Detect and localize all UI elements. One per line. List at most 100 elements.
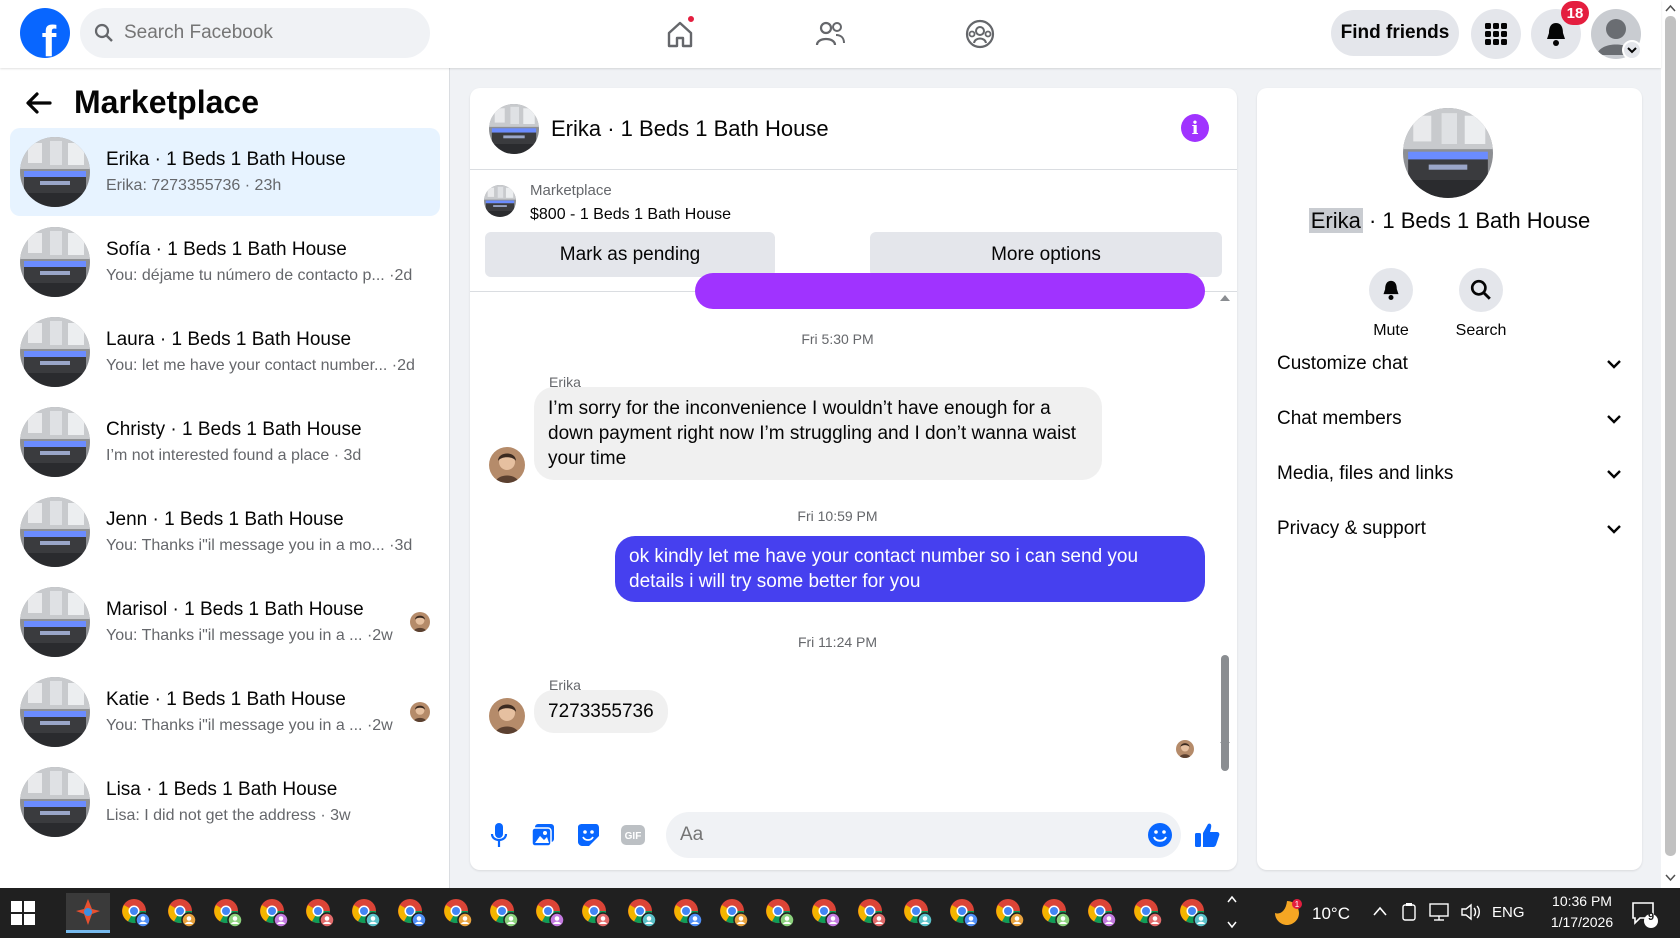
search-input[interactable] [124,22,404,44]
send-like-button[interactable] [1192,820,1222,850]
taskbar-browser-window[interactable] [668,893,708,933]
section-label: Chat members [1277,408,1402,429]
conversation-item[interactable]: Katie · 1 Beds 1 Bath House You: Thanks i… [10,668,440,756]
conversation-item[interactable]: Marisol · 1 Beds 1 Bath House You: Thanks… [10,578,440,666]
sticker-button[interactable] [573,820,603,850]
media-files-links-section[interactable]: Media, files and links [1277,454,1622,494]
listing-title[interactable]: $800 - 1 Beds 1 Bath House [530,206,731,224]
customize-chat-section[interactable]: Customize chat [1277,344,1622,384]
conversation-item[interactable]: Christy · 1 Beds 1 Bath House I’m not int… [10,398,440,486]
message-input-box[interactable] [666,812,1181,858]
listing-thumbnail [20,227,90,297]
chrome-icon [1042,899,1071,928]
taskbar-browser-window[interactable] [944,893,984,933]
taskbar-browser-window[interactable] [1036,893,1076,933]
mark-as-pending-button[interactable]: Mark as pending [485,232,775,277]
search-in-conversation-action[interactable]: Search [1441,268,1521,340]
outgoing-message: ok kindly let me have your contact numbe… [615,536,1205,602]
taskbar-browser-window[interactable] [530,893,570,933]
more-options-button[interactable]: More options [870,232,1222,277]
pinned-app-icon [76,898,100,925]
taskbar-browser-window[interactable] [622,893,662,933]
attach-photo-button[interactable] [528,820,558,850]
home-nav-button[interactable] [660,14,700,54]
groups-nav-button[interactable] [960,14,1000,54]
show-hidden-icons[interactable] [1372,905,1388,917]
taskbar-app-active[interactable] [66,893,110,933]
voice-clip-button[interactable] [484,820,514,850]
taskbar-browser-window[interactable] [1082,893,1122,933]
privacy-support-section[interactable]: Privacy & support [1277,509,1622,549]
thread-scrollbar[interactable] [1221,655,1229,771]
find-friends-button[interactable]: Find friends [1331,10,1459,56]
taskbar-overflow-icon[interactable] [1226,892,1238,932]
taskbar-browser-window[interactable] [392,893,432,933]
battery-icon[interactable] [1400,902,1418,922]
mute-action[interactable]: Mute [1351,268,1431,340]
conversation-item[interactable]: Lisa · 1 Beds 1 Bath House Lisa: I did no… [10,758,440,846]
conversation-item[interactable]: Jenn · 1 Beds 1 Bath House You: Thanks i"… [10,488,440,576]
taskbar-browser-window[interactable] [1128,893,1168,933]
previous-outgoing-message [695,273,1205,309]
seen-avatar [1176,740,1194,758]
emoji-icon[interactable] [1147,822,1173,848]
taskbar-browser-window[interactable] [300,893,340,933]
friends-nav-button[interactable] [810,14,850,54]
taskbar-browser-window[interactable] [714,893,754,933]
taskbar-browser-window[interactable] [898,893,938,933]
taskbar-browser-window[interactable] [1174,893,1214,933]
listing-profile-image[interactable] [1403,108,1493,198]
back-arrow-icon[interactable] [24,88,54,118]
volume-icon[interactable] [1460,902,1482,922]
menu-button[interactable] [1471,9,1521,59]
chat-listing-thumbnail[interactable] [489,103,539,154]
conversation-preview: You: déjame tu número de contacto p... ·… [106,267,413,284]
taskbar-browser-window[interactable] [576,893,616,933]
taskbar-browser-window[interactable] [346,893,386,933]
browser-scroll-thumb[interactable] [1665,16,1676,856]
taskbar-browser-window[interactable] [254,893,294,933]
search-label: Search [1455,322,1507,339]
sender-avatar[interactable] [489,698,525,734]
chat-members-section[interactable]: Chat members [1277,399,1622,439]
chrome-icon [306,899,335,928]
taskbar-browser-window[interactable] [760,893,800,933]
taskbar-browser-window[interactable] [852,893,892,933]
taskbar-browser-window[interactable] [806,893,846,933]
network-icon[interactable] [1428,902,1450,922]
message-input[interactable] [680,824,1120,846]
facebook-logo[interactable]: f [20,8,70,58]
facebook-search[interactable] [80,8,430,58]
gif-button[interactable]: GIF [618,820,648,850]
highlighted-name: Erika [1308,208,1363,233]
browser-scrollbar[interactable] [1661,0,1680,888]
svg-text:1: 1 [1295,900,1300,909]
conversation-item[interactable]: Sofía · 1 Beds 1 Bath House You: déjame t… [10,218,440,306]
clock-date[interactable]: 1/17/2026 [1538,914,1626,930]
chat-title[interactable]: Erika · 1 Beds 1 Bath House [551,116,829,142]
clock-time[interactable]: 10:36 PM [1542,893,1622,909]
scroll-down-arrow-icon[interactable] [1665,874,1676,882]
info-icon[interactable]: i [1181,114,1209,142]
conversation-preview: You: Thanks i"il message you in a ... ·2… [106,717,393,734]
taskbar-browser-window[interactable] [484,893,524,933]
conversation-item[interactable]: Laura · 1 Beds 1 Bath House You: let me h… [10,308,440,396]
chrome-icon [674,899,703,928]
listing-thumbnail [20,497,90,567]
chrome-icon [122,899,151,928]
sender-avatar[interactable] [489,447,525,483]
scroll-up-icon[interactable] [1219,293,1231,303]
input-language[interactable]: ENG [1492,904,1525,921]
scroll-up-arrow-icon[interactable] [1665,4,1676,12]
conversation-list-panel: Marketplace Erika · 1 Beds 1 Bath House E… [0,68,450,888]
windows-start-icon[interactable] [10,900,36,926]
conversation-item[interactable]: Erika · 1 Beds 1 Bath House Erika: 727335… [10,128,440,216]
weather-icon[interactable]: 1 [1272,898,1302,928]
taskbar-browser-window[interactable] [162,893,202,933]
taskbar-browser-window[interactable] [208,893,248,933]
taskbar-browser-window[interactable] [116,893,156,933]
account-menu-caret[interactable] [1622,40,1642,60]
scroll-down-icon[interactable] [1219,740,1231,750]
taskbar-browser-window[interactable] [990,893,1030,933]
taskbar-browser-window[interactable] [438,893,478,933]
